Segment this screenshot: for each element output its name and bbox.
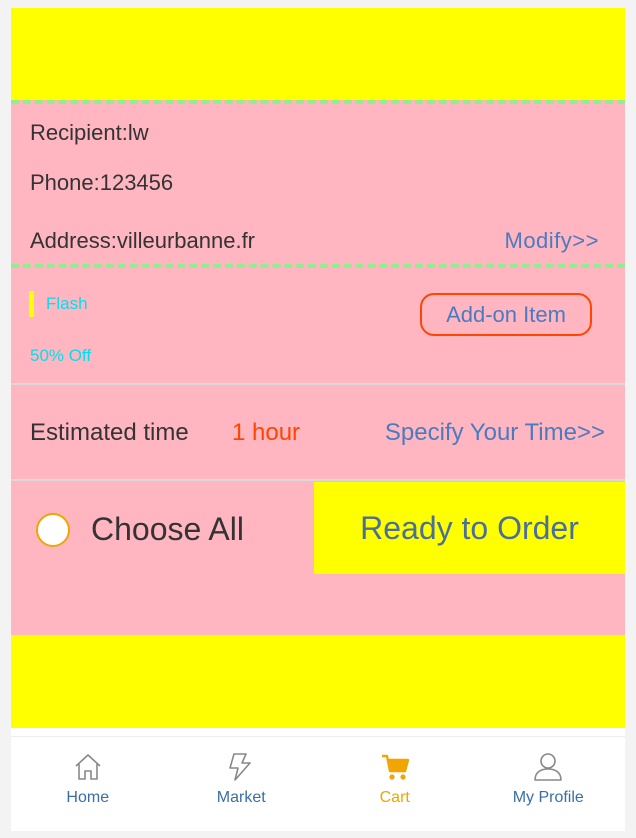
- estimated-time-section: Estimated time 1 hour Specify Your Time>…: [11, 385, 625, 481]
- discount-label: 50% Off: [30, 346, 92, 365]
- profile-icon: [534, 753, 563, 781]
- ready-to-order-button[interactable]: Ready to Order: [314, 482, 625, 574]
- tab-market-label: Market: [216, 789, 266, 806]
- recipient-text: Recipient:lw: [30, 120, 149, 145]
- order-section: Choose All Ready to Order: [11, 481, 625, 635]
- tab-cart[interactable]: Cart: [318, 737, 472, 831]
- estimated-time-label: Estimated time: [30, 419, 189, 446]
- tab-profile[interactable]: My Profile: [472, 737, 626, 831]
- choose-all-radio[interactable]: [36, 513, 70, 547]
- tab-profile-label: My Profile: [512, 789, 584, 806]
- estimated-time-value: 1 hour: [232, 419, 301, 446]
- top-banner: [11, 8, 625, 100]
- bottom-banner: [11, 635, 625, 728]
- phone-text: Phone:123456: [30, 170, 174, 195]
- flash-indicator-bar: [29, 291, 34, 317]
- flash-label: Flash: [46, 294, 88, 313]
- add-on-item-button[interactable]: Add-on Item: [420, 293, 592, 336]
- market-icon: [229, 753, 252, 781]
- tab-market[interactable]: Market: [165, 737, 319, 831]
- cart-icon: [381, 754, 409, 780]
- specify-time-link[interactable]: Specify Your Time>>: [385, 419, 605, 447]
- modify-address-link[interactable]: Modify>>: [505, 228, 600, 254]
- address-text: Address:villeurbanne.fr: [30, 228, 256, 253]
- home-icon: [75, 754, 101, 780]
- tab-home-label: Home: [66, 789, 110, 806]
- app-frame: Recipient:lw Phone:123456 Address:villeu…: [11, 8, 625, 831]
- choose-all-label[interactable]: Choose All: [91, 511, 244, 548]
- address-section: Recipient:lw Phone:123456 Address:villeu…: [11, 100, 625, 268]
- tab-cart-label: Cart: [379, 789, 410, 806]
- promo-section: Flash 50% Off Add-on Item: [11, 268, 625, 385]
- bottom-tab-bar: Home Market Cart My Profile: [11, 736, 625, 831]
- tab-home[interactable]: Home: [11, 737, 165, 831]
